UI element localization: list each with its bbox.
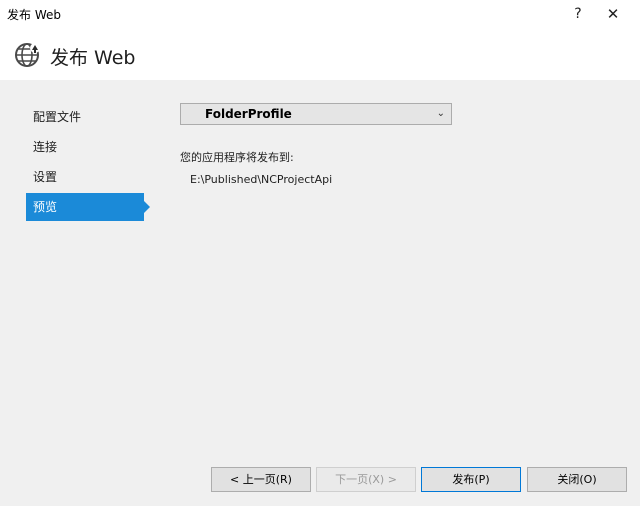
close-button[interactable]: 关闭(O) xyxy=(527,467,627,492)
page-title: 发布 Web xyxy=(50,47,136,69)
nav-item-preview[interactable]: 预览 xyxy=(26,193,150,221)
chevron-down-icon: ⌄ xyxy=(436,108,445,119)
help-button[interactable]: ? xyxy=(568,4,588,24)
publish-destination-path: E:\Published\NCProjectApi xyxy=(190,173,333,186)
nav-item-connection[interactable]: 连接 xyxy=(26,133,144,161)
prev-button[interactable]: < 上一页(R) xyxy=(211,467,311,492)
close-window-button[interactable]: ✕ xyxy=(602,4,624,24)
globe-icon xyxy=(14,41,42,69)
profile-dropdown-value: FolderProfile xyxy=(205,107,292,121)
publish-destination-label: 您的应用程序将发布到: xyxy=(180,151,294,164)
title-bar: 发布 Web ? ✕ xyxy=(0,0,640,30)
publish-button[interactable]: 发布(P) xyxy=(421,467,521,492)
next-button[interactable]: 下一页(X) > xyxy=(316,467,416,492)
window-title: 发布 Web xyxy=(7,8,61,22)
dialog-header: 发布 Web xyxy=(0,30,640,80)
profile-dropdown[interactable]: FolderProfile ⌄ xyxy=(180,103,452,125)
nav-item-settings[interactable]: 设置 xyxy=(26,163,144,191)
nav-item-profile[interactable]: 配置文件 xyxy=(26,103,144,131)
